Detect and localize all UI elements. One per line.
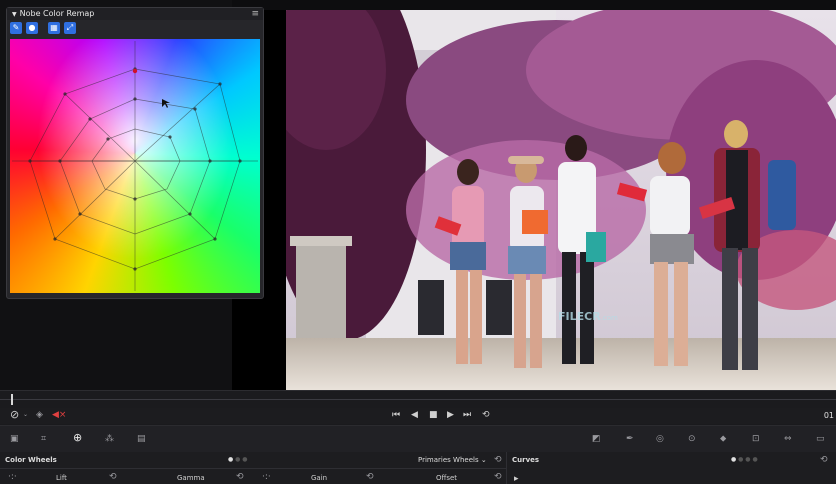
frame-counter: 01	[823, 411, 834, 420]
lift-label: Lift	[56, 474, 67, 482]
curve-point-icon[interactable]: ▸	[514, 474, 519, 484]
key-icon[interactable]: ⊡	[752, 434, 760, 444]
gain-pick-icon[interactable]: ·:·	[262, 472, 271, 482]
gamma-reset-icon[interactable]: ⟲	[236, 472, 244, 482]
collapse-icon[interactable]: ▼	[12, 11, 17, 18]
pen-tool-icon[interactable]: ✎	[10, 22, 22, 34]
skip-start-icon[interactable]: ⏮	[392, 410, 400, 420]
grid-tool-icon[interactable]: ▦	[48, 22, 60, 34]
lift-reset-icon[interactable]: ⟲	[109, 472, 117, 482]
primaries-dropdown[interactable]: Primaries Wheels ⌄	[418, 456, 487, 464]
timeline-scrubber[interactable]	[0, 390, 836, 409]
color-wheels-icon[interactable]: ⊕	[73, 432, 82, 443]
qualifier-icon[interactable]: ✒	[626, 434, 634, 444]
bottom-panels: Color Wheels ● ● ● Primaries Wheels ⌄ ⟲ …	[0, 452, 836, 484]
viewer-mode-icon[interactable]: ⊘	[10, 409, 19, 420]
hamburger-icon[interactable]: ≡	[251, 8, 259, 20]
tracker-icon[interactable]: ⊙	[688, 434, 696, 444]
window-icon[interactable]: ◎	[656, 434, 664, 444]
lift-pick-icon[interactable]: ·:·	[8, 472, 17, 482]
page-dot-icon[interactable]: ● ● ●	[228, 456, 248, 463]
gain-label: Gain	[311, 474, 328, 482]
curves-title: Curves	[512, 456, 540, 464]
chevron-down-icon: ⌄	[480, 456, 487, 464]
color-tools-bar: ▣ ⌗ ⊕ ⁂ ▤ ◩ ✒ ◎ ⊙ ⬥ ⊡ ⇔ ▭	[0, 425, 836, 453]
reset-icon[interactable]: ⟲	[494, 455, 502, 465]
loop-icon[interactable]: ⟲	[482, 410, 490, 420]
play-icon[interactable]: ▶	[447, 410, 454, 420]
gain-reset-icon[interactable]: ⟲	[366, 472, 374, 482]
offset-label: Offset	[436, 474, 458, 482]
transport-bar: ⊘ ⌄ ◈ ◀× ⏮ ◀ ■ ▶ ⏭ ⟲ 01	[0, 408, 836, 424]
curves-reset-icon[interactable]: ⟲	[820, 455, 828, 465]
color-wheels-title: Color Wheels	[5, 456, 57, 464]
stop-icon[interactable]: ■	[429, 410, 438, 420]
panel-title: Nobe Color Remap	[19, 9, 95, 18]
rgb-mixer-icon[interactable]: ▤	[137, 434, 146, 444]
playhead[interactable]	[11, 394, 13, 405]
color-remap-panel: ▼ Nobe Color Remap ≡ ✎ ● ▦ ⤢	[6, 7, 264, 299]
camera-raw-icon[interactable]: ▣	[10, 434, 19, 444]
chevron-down-icon[interactable]: ⌄	[23, 410, 28, 420]
color-match-icon[interactable]: ⌗	[41, 434, 46, 444]
viewer-image: FILECR.com	[286, 10, 836, 390]
offset-reset-icon[interactable]: ⟲	[494, 472, 502, 482]
layers-icon[interactable]: ◈	[36, 410, 43, 420]
remap-grid[interactable]	[10, 39, 260, 293]
blur-icon[interactable]: ⬥	[720, 434, 726, 444]
mouse-cursor-icon	[162, 99, 170, 108]
step-back-icon[interactable]: ◀	[411, 410, 418, 420]
watermark-text: FILECR.com	[558, 310, 618, 323]
curves-page-dot-icon[interactable]: ● ● ● ●	[731, 456, 758, 463]
gamma-label: Gamma	[177, 474, 205, 482]
speaker-mute-icon[interactable]: ◀×	[52, 410, 66, 420]
point-tool-icon[interactable]: ●	[26, 22, 38, 34]
hdr-wheels-icon[interactable]: ⁂	[105, 434, 114, 444]
sizing-icon[interactable]: ⇔	[784, 434, 792, 444]
3d-icon[interactable]: ▭	[816, 434, 825, 444]
panel-title-bar[interactable]: ▼ Nobe Color Remap ≡	[7, 8, 263, 20]
skip-end-icon[interactable]: ⏭	[463, 410, 471, 420]
expand-tool-icon[interactable]: ⤢	[64, 22, 76, 34]
curves-icon[interactable]: ◩	[592, 434, 601, 444]
